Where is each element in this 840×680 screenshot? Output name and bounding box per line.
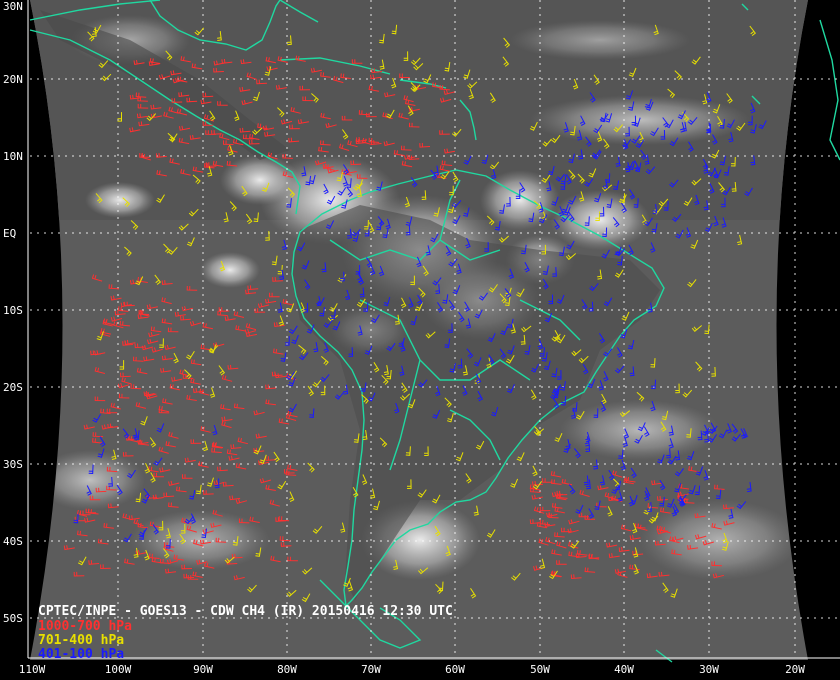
longitude-label: 20W: [785, 663, 805, 676]
legend-high-level: 401-100 hPa: [38, 647, 125, 662]
latitude-label: EQ: [3, 227, 16, 240]
latitude-label: 10S: [3, 304, 23, 317]
longitude-label: 30W: [699, 663, 719, 676]
latitude-label: 50S: [3, 612, 23, 625]
longitude-label: 110W: [19, 663, 46, 676]
longitude-label: 70W: [361, 663, 381, 676]
longitude-label: 100W: [105, 663, 132, 676]
latitude-labels: 30N 20N 10N EQ 10S 20S 30S 40S 50S: [3, 0, 23, 625]
latitude-label: 30S: [3, 458, 23, 471]
satellite-image: [30, 0, 808, 660]
satellite-wind-map: 30N 20N 10N EQ 10S 20S 30S 40S 50S 110W 100W 90W 80…: [0, 0, 840, 680]
map-canvas: 30N 20N 10N EQ 10S 20S 30S 40S 50S 110W 100W 90W 80…: [0, 0, 840, 680]
longitude-label: 90W: [193, 663, 213, 676]
latitude-label: 30N: [3, 0, 23, 13]
latitude-label: 10N: [3, 150, 23, 163]
image-caption: CPTEC/INPE - GOES13 - CDW CH4 (IR) 20150…: [38, 604, 453, 619]
longitude-label: 40W: [614, 663, 634, 676]
longitude-label: 80W: [277, 663, 297, 676]
longitude-label: 60W: [445, 663, 465, 676]
legend-low-level: 1000-700 hPa: [38, 619, 132, 634]
latitude-label: 20N: [3, 73, 23, 86]
longitude-label: 50W: [530, 663, 550, 676]
latitude-label: 20S: [3, 381, 23, 394]
latitude-label: 40S: [3, 535, 23, 548]
legend-mid-level: 701-400 hPa: [38, 633, 125, 648]
